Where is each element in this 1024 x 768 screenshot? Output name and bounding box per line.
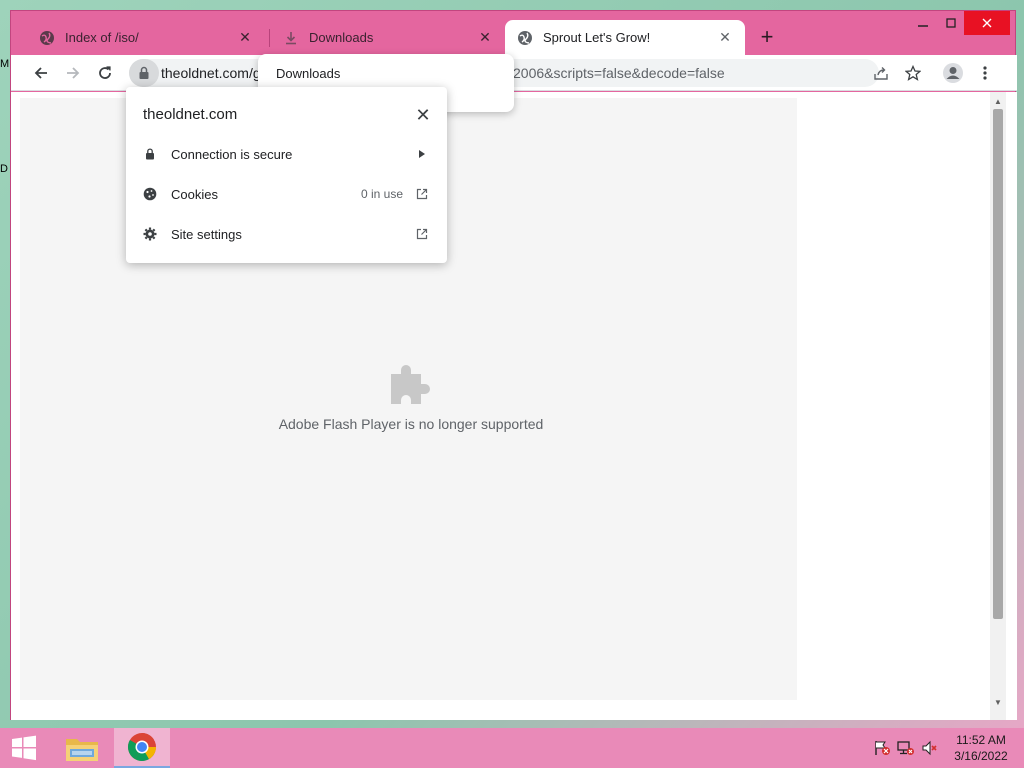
file-explorer-taskbar-button[interactable] bbox=[54, 728, 110, 768]
reload-icon bbox=[99, 66, 111, 79]
url-text-tail[interactable]: 2006&scripts=false&decode=false bbox=[513, 65, 725, 81]
scroll-up-arrow-icon[interactable]: ▲ bbox=[990, 95, 1006, 107]
close-icon bbox=[982, 18, 992, 28]
lock-icon bbox=[143, 147, 157, 161]
connection-secure-label: Connection is secure bbox=[171, 146, 293, 162]
downloads-popup-title[interactable]: Downloads bbox=[276, 66, 340, 81]
tab-index-of-iso[interactable]: Index of /iso/ ✕ bbox=[27, 20, 265, 55]
plugin-unsupported-message: Adobe Flash Player is no longer supporte… bbox=[278, 416, 544, 432]
menu-button[interactable] bbox=[971, 59, 999, 87]
close-tab-icon[interactable]: ✕ bbox=[237, 29, 253, 46]
maximize-icon bbox=[946, 18, 956, 28]
chrome-icon bbox=[128, 733, 156, 761]
url-text[interactable]: theoldnet.com/g bbox=[161, 65, 261, 81]
gear-icon bbox=[143, 227, 157, 241]
bookmark-button[interactable] bbox=[899, 59, 927, 87]
external-link-icon bbox=[415, 227, 429, 241]
avatar-icon bbox=[943, 63, 963, 83]
cookie-icon bbox=[143, 187, 157, 201]
minimize-icon bbox=[918, 25, 928, 27]
chevron-right-icon bbox=[415, 147, 429, 161]
cookies-count: 0 in use bbox=[360, 187, 403, 201]
reload-button[interactable] bbox=[91, 59, 119, 87]
volume-muted-icon[interactable] bbox=[920, 738, 940, 758]
site-settings-row[interactable]: Site settings bbox=[126, 216, 447, 252]
chrome-taskbar-button[interactable] bbox=[114, 728, 170, 768]
tab-sprout[interactable]: Sprout Let's Grow! ✕ bbox=[505, 20, 745, 55]
tab-downloads[interactable]: Downloads ✕ bbox=[271, 20, 505, 55]
scroll-down-arrow-icon[interactable]: ▼ bbox=[990, 696, 1006, 708]
desktop-icon-fragment: D bbox=[0, 163, 8, 175]
forward-button[interactable] bbox=[59, 59, 87, 87]
cookies-row[interactable]: Cookies 0 in use bbox=[126, 176, 447, 212]
share-button[interactable] bbox=[867, 59, 895, 87]
cookies-label: Cookies bbox=[171, 186, 218, 202]
site-info-bubble: theoldnet.com ✕ Connection is secure Coo… bbox=[126, 87, 447, 263]
arrow-right-icon bbox=[67, 67, 80, 79]
tab-title: Downloads bbox=[309, 30, 374, 45]
taskbar: 11:52 AM 3/16/2022 bbox=[0, 728, 1024, 768]
site-info-host: theoldnet.com bbox=[143, 106, 238, 123]
star-icon bbox=[905, 65, 921, 81]
kebab-menu-icon bbox=[983, 66, 987, 80]
close-icon[interactable]: ✕ bbox=[412, 104, 434, 126]
globe-icon bbox=[40, 30, 54, 45]
toolbar: theoldnet.com/g 2006&scripts=false&decod… bbox=[11, 55, 1017, 91]
windows-logo-icon bbox=[12, 735, 36, 761]
tab-separator bbox=[269, 29, 270, 47]
taskbar-clock[interactable]: 11:52 AM 3/16/2022 bbox=[948, 732, 1014, 764]
back-button[interactable] bbox=[27, 59, 55, 87]
scrollbar-thumb[interactable] bbox=[993, 109, 1003, 619]
tab-title: Index of /iso/ bbox=[65, 30, 139, 45]
puzzle-piece-icon bbox=[391, 365, 430, 404]
folder-icon bbox=[66, 739, 98, 761]
external-link-icon bbox=[415, 187, 429, 201]
share-icon bbox=[874, 67, 888, 80]
tab-strip: Index of /iso/ ✕ Downloads ✕ Sprout Let'… bbox=[11, 11, 1017, 55]
maximize-button[interactable] bbox=[937, 11, 965, 35]
action-center-flag-icon[interactable] bbox=[872, 738, 892, 758]
network-icon[interactable] bbox=[896, 738, 916, 758]
arrow-left-icon bbox=[34, 67, 47, 79]
desktop-icon-fragment: M bbox=[0, 58, 10, 70]
download-icon bbox=[286, 31, 296, 44]
close-tab-icon[interactable]: ✕ bbox=[717, 29, 733, 46]
clock-time: 11:52 AM bbox=[956, 733, 1006, 747]
site-info-button[interactable] bbox=[129, 59, 159, 87]
clock-date: 3/16/2022 bbox=[954, 749, 1008, 763]
connection-secure-row[interactable]: Connection is secure bbox=[126, 136, 447, 172]
globe-icon bbox=[518, 30, 532, 45]
minimize-button[interactable] bbox=[909, 11, 937, 35]
close-tab-icon[interactable]: ✕ bbox=[477, 29, 493, 46]
new-tab-button[interactable]: + bbox=[755, 24, 779, 49]
close-window-button[interactable] bbox=[964, 11, 1010, 35]
profile-button[interactable] bbox=[939, 59, 967, 87]
vertical-scrollbar[interactable]: ▲ ▼ bbox=[990, 92, 1006, 720]
tab-title: Sprout Let's Grow! bbox=[543, 30, 651, 45]
site-settings-label: Site settings bbox=[171, 226, 242, 242]
start-button[interactable] bbox=[0, 728, 48, 768]
lock-icon bbox=[139, 66, 149, 79]
